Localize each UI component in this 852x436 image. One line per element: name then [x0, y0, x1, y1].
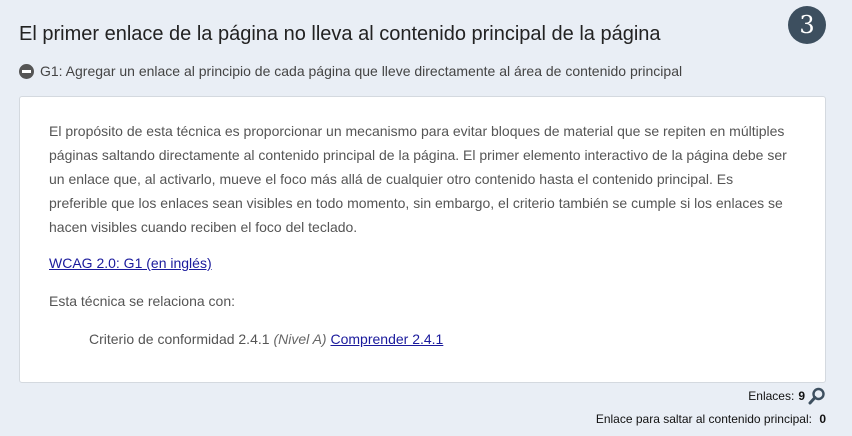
- technique-description: El propósito de esta técnica es proporci…: [49, 123, 787, 235]
- criterion-text: Criterio de conformidad 2.4.1: [89, 331, 270, 347]
- skip-link-count: 0: [819, 412, 826, 426]
- understand-criterion-link[interactable]: Comprender 2.4.1: [330, 331, 443, 347]
- skip-link-label: Enlace para saltar al contenido principa…: [595, 412, 812, 426]
- links-summary: Enlaces: 9: [748, 387, 826, 405]
- criterion-level: (Nivel A): [273, 331, 327, 347]
- page-title: El primer enlace de la página no lleva a…: [19, 23, 661, 45]
- wcag-reference-link[interactable]: WCAG 2.0: G1 (en inglés): [49, 255, 212, 271]
- step-number-badge: 3: [788, 6, 826, 44]
- technique-panel: El propósito de esta técnica es proporci…: [19, 96, 826, 383]
- skip-link-summary: Enlace para saltar al contenido principa…: [596, 412, 826, 426]
- search-icon[interactable]: [808, 387, 826, 405]
- links-label: Enlaces:: [748, 389, 795, 403]
- minus-circle-icon[interactable]: [19, 63, 34, 79]
- technique-label: G1: Agregar un enlace al principio de ca…: [40, 63, 683, 79]
- links-count: 9: [798, 389, 805, 403]
- technique-toggle[interactable]: G1: Agregar un enlace al principio de ca…: [19, 63, 682, 79]
- related-criterion: Criterio de conformidad 2.4.1 (Nivel A) …: [89, 331, 443, 347]
- related-label: Esta técnica se relaciona con:: [49, 293, 235, 309]
